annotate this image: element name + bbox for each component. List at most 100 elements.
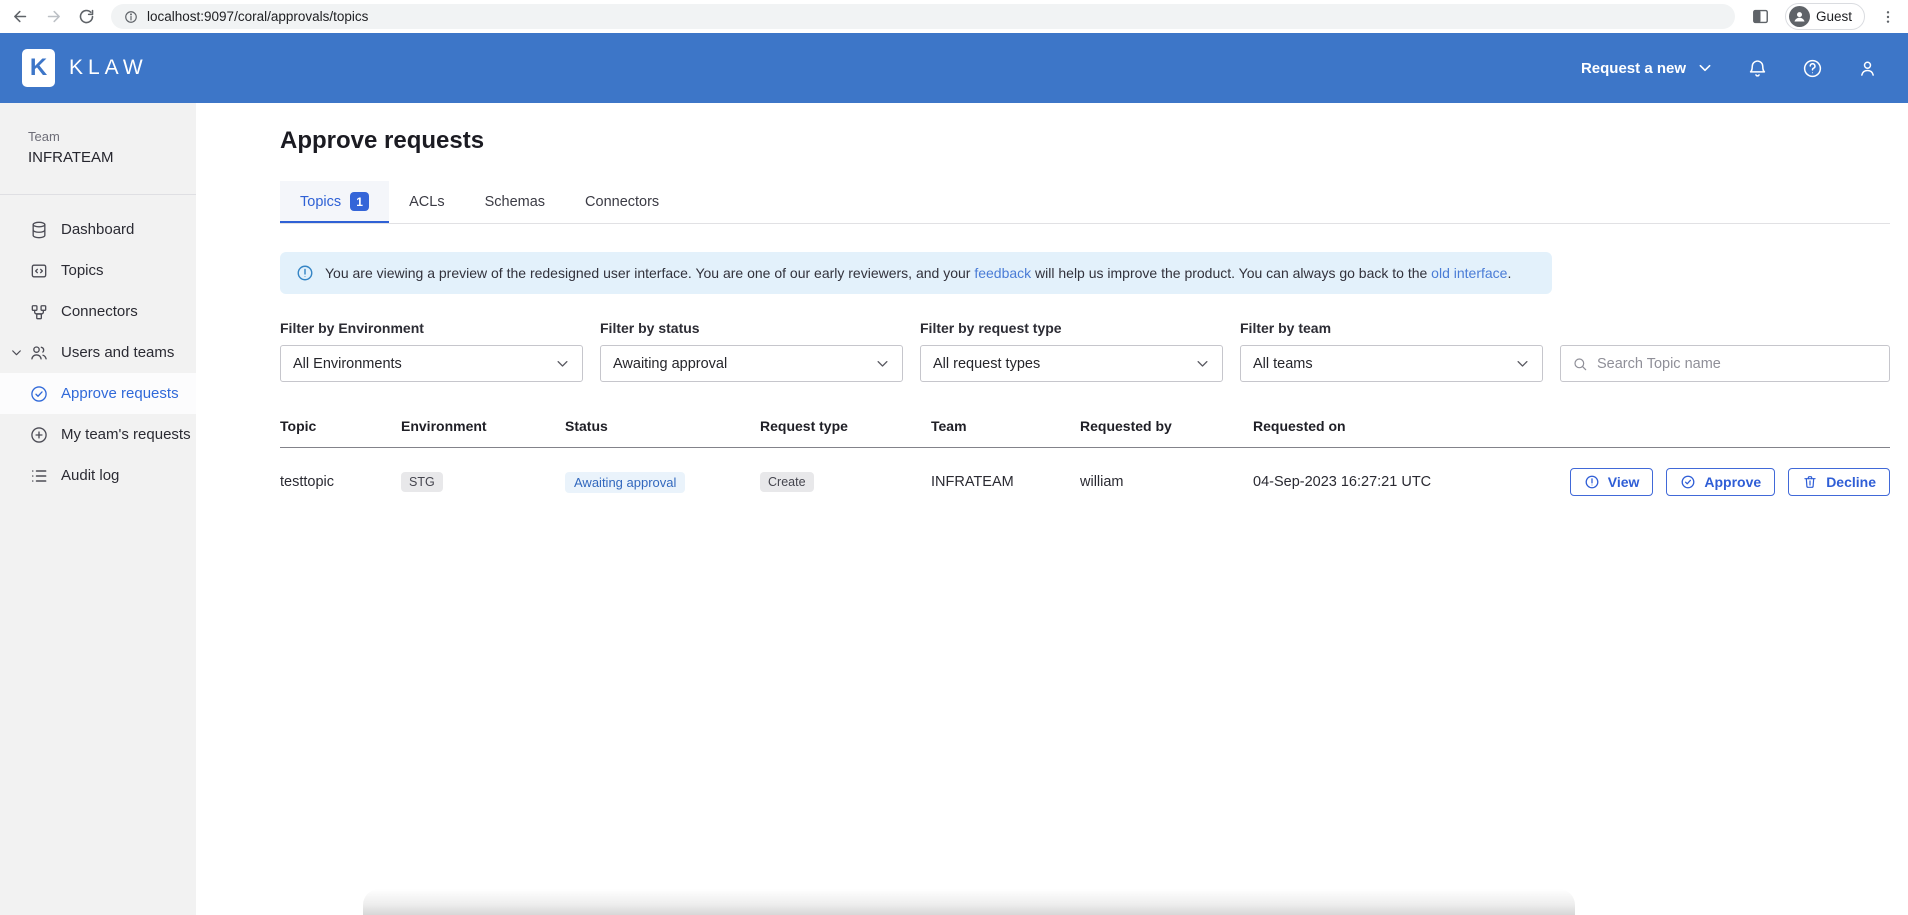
filter-team-label: Filter by team	[1240, 320, 1543, 336]
tab-schemas[interactable]: Schemas	[465, 181, 565, 223]
user-profile-icon[interactable]	[1857, 58, 1878, 79]
info-icon	[296, 264, 314, 282]
environment-chip: STG	[401, 472, 443, 492]
topic-box-icon	[29, 261, 49, 281]
cell-topic: testtopic	[280, 454, 401, 510]
klaw-logo-icon: K	[22, 49, 55, 87]
notifications-bell-icon[interactable]	[1747, 58, 1768, 79]
decline-button-label: Decline	[1826, 474, 1876, 490]
tab-topics[interactable]: Topics 1	[280, 181, 389, 223]
sidebar-item-audit-log[interactable]: Audit log	[0, 455, 196, 496]
sidebar-item-my-teams-requests[interactable]: My team's requests	[0, 414, 196, 455]
filter-team: Filter by team All teams	[1240, 320, 1543, 382]
check-circle-icon	[29, 384, 49, 404]
profile-avatar-icon	[1789, 6, 1810, 27]
site-info-icon[interactable]	[124, 10, 138, 24]
browser-menu-icon[interactable]	[1880, 9, 1896, 25]
status-badge: Awaiting approval	[565, 472, 685, 493]
cell-requested-on: 04-Sep-2023 16:27:21 UTC	[1253, 454, 1506, 510]
trash-icon	[1802, 474, 1818, 490]
tab-label: Topics	[300, 194, 341, 210]
sidebar-item-label: Approve requests	[61, 385, 179, 402]
approve-button-label: Approve	[1704, 474, 1761, 490]
request-type-select[interactable]: All request types	[920, 345, 1223, 382]
help-icon[interactable]	[1802, 58, 1823, 79]
col-header-topic: Topic	[280, 418, 401, 447]
tab-acls[interactable]: ACLs	[389, 181, 464, 223]
sidebar-item-label: Connectors	[61, 303, 138, 320]
approve-button[interactable]: Approve	[1666, 468, 1775, 496]
sidebar-item-topics[interactable]: Topics	[0, 250, 196, 291]
forward-icon[interactable]	[45, 8, 62, 25]
team-label: Team	[28, 129, 196, 144]
page-title: Approve requests	[280, 127, 1890, 155]
sidebar-item-connectors[interactable]: Connectors	[0, 291, 196, 332]
search-icon	[1572, 356, 1588, 372]
filter-request-type: Filter by request type All request types	[920, 320, 1223, 382]
sidebar-item-label: Users and teams	[61, 344, 174, 361]
sidebar-item-label: Topics	[61, 262, 104, 279]
chevron-down-icon	[1697, 60, 1713, 76]
team-name: INFRATEAM	[28, 149, 196, 166]
tab-label: Schemas	[485, 194, 545, 210]
sidebar-divider	[0, 194, 196, 195]
requests-table: Topic Environment Status Request type Te…	[280, 418, 1890, 516]
request-a-new-button[interactable]: Request a new	[1581, 60, 1713, 77]
users-icon	[29, 343, 49, 363]
profile-name: Guest	[1816, 9, 1852, 24]
banner-text: You are viewing a preview of the redesig…	[325, 265, 1511, 281]
chevron-down-icon	[1515, 356, 1530, 371]
feedback-link[interactable]: feedback	[974, 265, 1031, 281]
tab-count-badge: 1	[350, 192, 369, 211]
klaw-wordmark: KLAW	[69, 56, 148, 80]
sidebar-item-label: Audit log	[61, 467, 119, 484]
check-circle-icon	[1680, 474, 1696, 490]
reload-icon[interactable]	[78, 8, 95, 25]
info-circle-icon	[1584, 474, 1600, 490]
main-content: Approve requests Topics 1 ACLs Schemas C…	[196, 103, 1908, 915]
filter-status-label: Filter by status	[600, 320, 903, 336]
decline-button[interactable]: Decline	[1788, 468, 1890, 496]
filters-row: Filter by Environment All Environments F…	[280, 320, 1890, 382]
topic-search	[1560, 345, 1890, 382]
back-icon[interactable]	[12, 8, 29, 25]
filter-request-type-label: Filter by request type	[920, 320, 1223, 336]
search-input[interactable]	[1597, 356, 1878, 372]
side-panel-icon[interactable]	[1751, 7, 1770, 26]
cell-requested-by: william	[1080, 454, 1253, 510]
tab-label: ACLs	[409, 194, 444, 210]
chevron-down-icon	[875, 356, 890, 371]
sidebar-item-dashboard[interactable]: Dashboard	[0, 209, 196, 250]
sidebar-item-users-and-teams[interactable]: Users and teams	[0, 332, 196, 373]
status-select[interactable]: Awaiting approval	[600, 345, 903, 382]
view-button-label: View	[1608, 474, 1640, 490]
preview-info-banner: You are viewing a preview of the redesig…	[280, 252, 1552, 294]
chevron-down-icon	[555, 356, 570, 371]
request-type-select-value: All request types	[933, 356, 1040, 372]
col-header-request-type: Request type	[760, 418, 931, 447]
list-icon	[29, 466, 49, 486]
status-select-value: Awaiting approval	[613, 356, 727, 372]
address-bar[interactable]: localhost:9097/coral/approvals/topics	[111, 4, 1735, 29]
team-select[interactable]: All teams	[1240, 345, 1543, 382]
klaw-logo[interactable]: K KLAW	[22, 49, 148, 87]
old-interface-link[interactable]: old interface	[1431, 265, 1507, 281]
browser-profile-button[interactable]: Guest	[1785, 3, 1865, 30]
filter-environment-label: Filter by Environment	[280, 320, 583, 336]
table-header-row: Topic Environment Status Request type Te…	[280, 418, 1890, 448]
row-actions: View Approve Decline	[1506, 448, 1890, 516]
filter-environment: Filter by Environment All Environments	[280, 320, 583, 382]
app-header: K KLAW Request a new	[0, 33, 1908, 103]
sidebar: Team INFRATEAM Dashboard Topics Connecto…	[0, 103, 196, 915]
view-button[interactable]: View	[1570, 468, 1654, 496]
col-header-requested-on: Requested on	[1253, 418, 1506, 447]
environment-select[interactable]: All Environments	[280, 345, 583, 382]
browser-toolbar: localhost:9097/coral/approvals/topics Gu…	[0, 0, 1908, 33]
plus-circle-icon	[29, 425, 49, 445]
tab-bar: Topics 1 ACLs Schemas Connectors	[280, 181, 1890, 224]
sidebar-item-label: Dashboard	[61, 221, 134, 238]
tab-connectors[interactable]: Connectors	[565, 181, 679, 223]
environment-select-value: All Environments	[293, 356, 402, 372]
col-header-requested-by: Requested by	[1080, 418, 1253, 447]
sidebar-item-approve-requests[interactable]: Approve requests	[0, 373, 196, 414]
